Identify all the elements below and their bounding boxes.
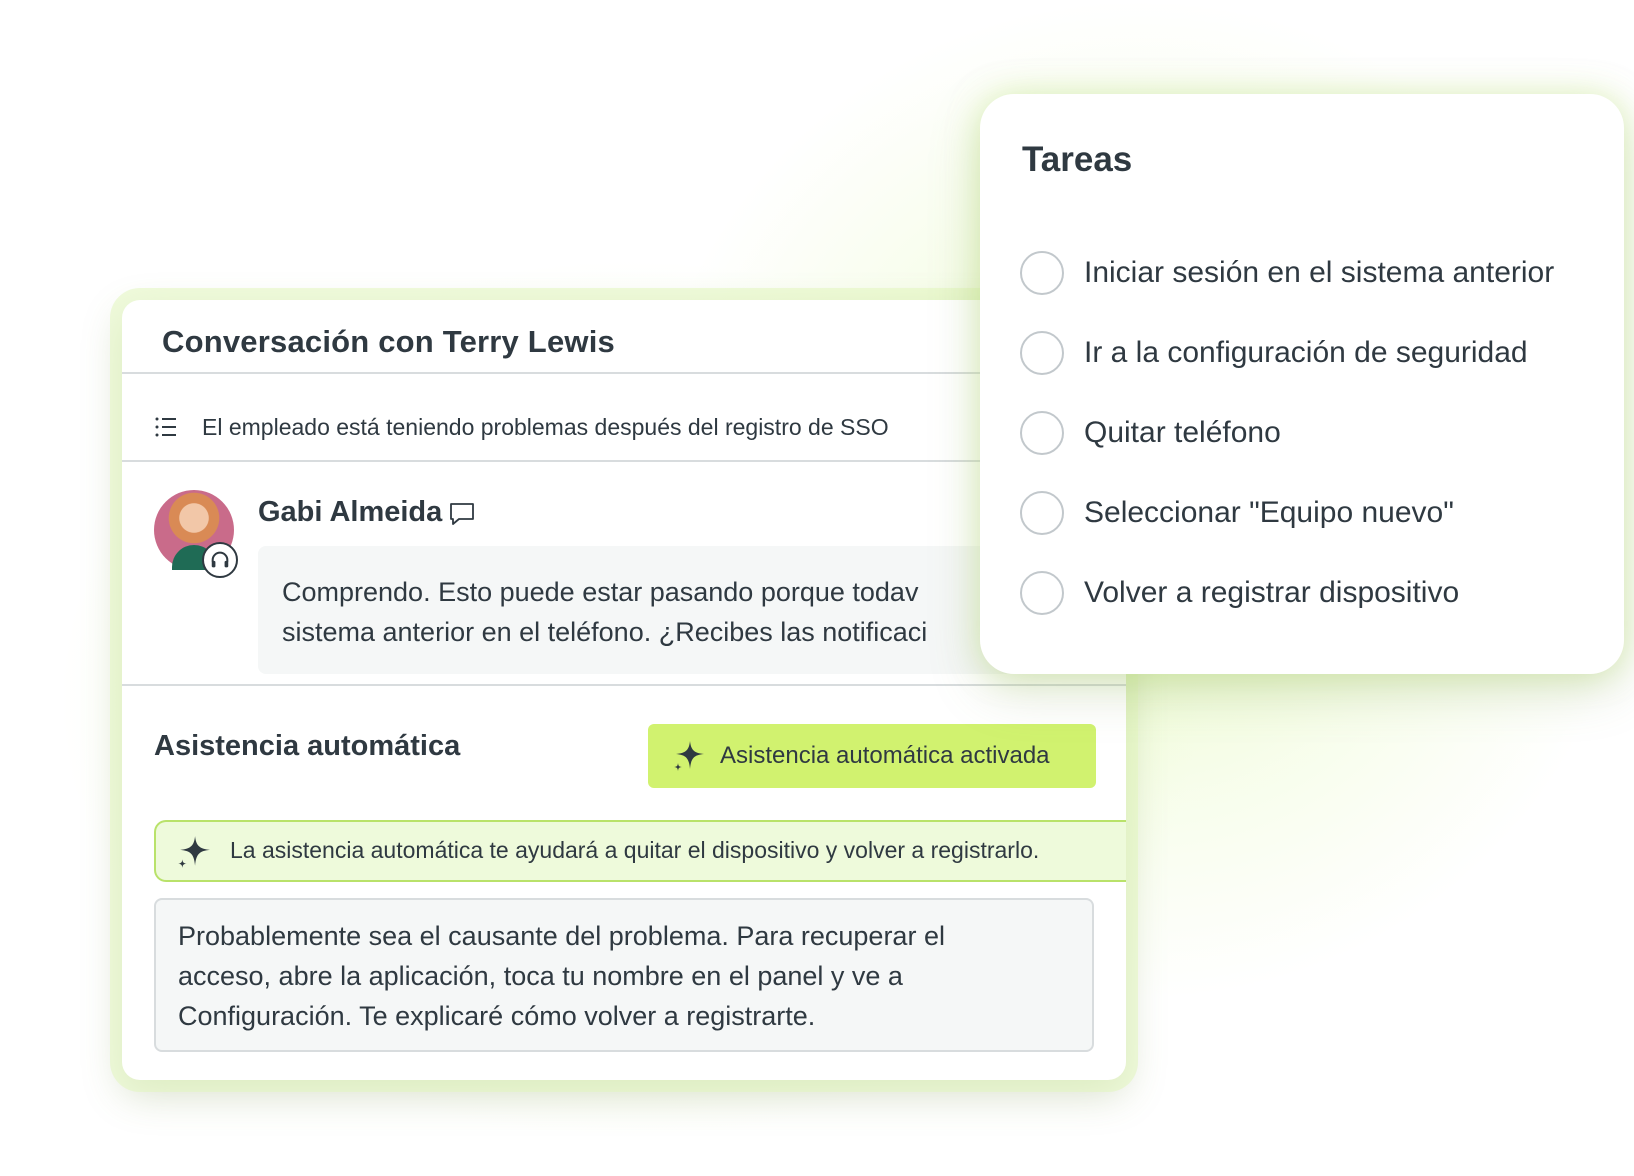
task-checkbox[interactable]	[1020, 491, 1064, 535]
task-item[interactable]: Volver a registrar dispositivo	[1020, 569, 1459, 617]
list-icon	[155, 417, 176, 437]
auto-assist-button-label: Asistencia automática activada	[720, 742, 1050, 769]
divider	[122, 684, 1126, 686]
task-item[interactable]: Iniciar sesión en el sistema anterior	[1020, 249, 1554, 297]
task-item[interactable]: Quitar teléfono	[1020, 409, 1281, 457]
suggested-reply-text: Probablemente sea el causante del proble…	[178, 921, 945, 1031]
task-label: Ir a la configuración de seguridad	[1084, 336, 1528, 369]
task-item[interactable]: Ir a la configuración de seguridad	[1020, 329, 1528, 377]
comment-icon[interactable]	[448, 500, 476, 528]
auto-assist-label: Asistencia automática	[154, 730, 461, 762]
auto-assist-notice: La asistencia automática te ayudará a qu…	[154, 820, 1126, 882]
conversation-summary: El empleado está teniendo problemas desp…	[202, 414, 889, 440]
suggested-reply[interactable]: Probablemente sea el causante del proble…	[154, 898, 1094, 1052]
auto-assist-button[interactable]: Asistencia automática activada	[648, 724, 1096, 788]
conversation-title: Conversación con Terry Lewis	[162, 324, 615, 359]
sparkle-icon	[674, 741, 704, 771]
task-label: Quitar teléfono	[1084, 416, 1281, 449]
auto-assist-notice-text: La asistencia automática te ayudará a qu…	[230, 837, 1040, 863]
task-checkbox[interactable]	[1020, 571, 1064, 615]
task-label: Volver a registrar dispositivo	[1084, 576, 1460, 609]
tasks-title: Tareas	[1022, 140, 1133, 179]
task-checkbox[interactable]	[1020, 331, 1064, 375]
sparkle-icon	[178, 836, 210, 868]
task-checkbox[interactable]	[1020, 251, 1064, 295]
task-item[interactable]: Seleccionar "Equipo nuevo"	[1020, 489, 1454, 537]
tasks-panel: Tareas Iniciar sesión en el sistema ante…	[980, 94, 1624, 674]
task-label: Iniciar sesión en el sistema anterior	[1084, 256, 1555, 289]
task-label: Seleccionar "Equipo nuevo"	[1084, 496, 1454, 529]
divider	[122, 460, 1126, 462]
task-checkbox[interactable]	[1020, 411, 1064, 455]
divider	[122, 372, 1126, 374]
headset-icon	[202, 542, 238, 578]
agent-name: Gabi Almeida	[258, 496, 443, 528]
conversation-card: Conversación con Terry Lewis El empleado…	[122, 300, 1126, 1080]
